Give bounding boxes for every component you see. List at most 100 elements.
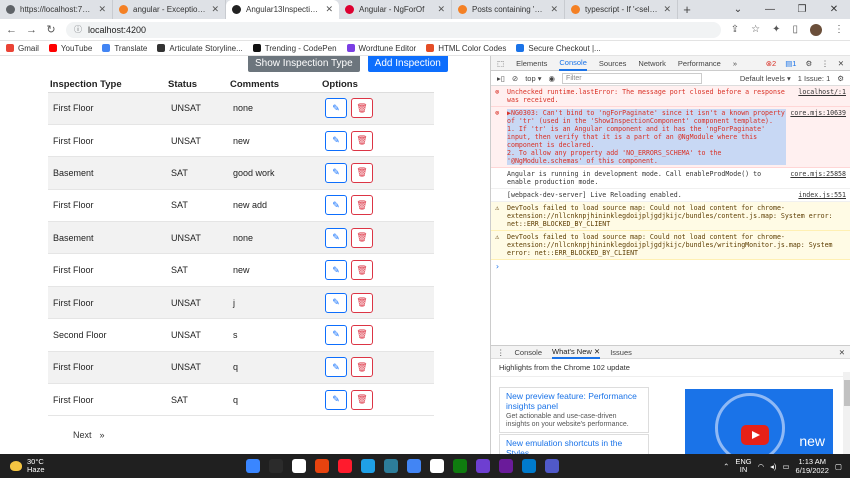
- edit-button[interactable]: ✎: [325, 227, 347, 248]
- close-icon[interactable]: ✕: [98, 4, 106, 15]
- console-message[interactable]: ⚠ DevTools failed to load source map: Cou…: [491, 231, 850, 260]
- delete-button[interactable]: 🗑: [351, 195, 373, 216]
- edit-button[interactable]: ✎: [325, 324, 347, 345]
- scrollbar-thumb[interactable]: [844, 380, 850, 406]
- devtools-inspect-icon[interactable]: ⬚: [497, 59, 504, 68]
- bookmark-wordtune[interactable]: Wordtune Editor: [346, 44, 416, 53]
- next-link[interactable]: Next: [73, 430, 92, 440]
- show-inspection-type-button[interactable]: Show Inspection Type: [248, 56, 360, 72]
- extensions-icon[interactable]: ✦: [772, 24, 780, 35]
- taskbar-app-icon[interactable]: [361, 459, 375, 473]
- taskbar-app-icon[interactable]: [430, 459, 444, 473]
- more-tabs-icon[interactable]: »: [733, 59, 737, 68]
- delete-button[interactable]: 🗑: [351, 324, 373, 345]
- taskbar-app-icon[interactable]: [338, 459, 352, 473]
- browser-tab[interactable]: angular - Exception: Can't b ✕: [113, 0, 226, 19]
- bookmark-translate[interactable]: Translate: [102, 44, 147, 53]
- close-icon[interactable]: ✕: [838, 59, 844, 68]
- close-icon[interactable]: ✕: [550, 4, 558, 15]
- close-icon[interactable]: ✕: [437, 4, 445, 15]
- bookmark-gmail[interactable]: Gmail: [6, 44, 39, 53]
- bookmark-codepen[interactable]: Trending - CodePen: [252, 44, 337, 53]
- source-link[interactable]: core.mjs:10639: [790, 109, 846, 165]
- edit-button[interactable]: ✎: [325, 292, 347, 313]
- taskbar-app-icon[interactable]: [522, 459, 536, 473]
- menu-icon[interactable]: ⋮: [834, 24, 844, 35]
- notification-icon[interactable]: ▢: [835, 462, 842, 471]
- taskbar-app-icon[interactable]: [269, 459, 283, 473]
- close-icon[interactable]: ✕: [325, 4, 333, 15]
- next-arrow-icon[interactable]: »: [100, 430, 105, 440]
- browser-tab[interactable]: https://localhost:7003/wea ✕: [0, 0, 113, 19]
- avatar[interactable]: [810, 23, 822, 36]
- bookmark-articulate[interactable]: Articulate Storyline...: [157, 44, 243, 53]
- reload-icon[interactable]: ↻: [46, 23, 56, 36]
- edit-button[interactable]: ✎: [325, 162, 347, 183]
- play-icon[interactable]: [741, 425, 769, 445]
- drawer-tab-issues[interactable]: Issues: [610, 348, 632, 357]
- taskbar-app-icon[interactable]: [499, 459, 513, 473]
- delete-button[interactable]: 🗑: [351, 130, 373, 151]
- console-prompt-icon[interactable]: ›: [491, 260, 850, 273]
- sidebar-toggle-icon[interactable]: ▸▯: [497, 74, 505, 83]
- volume-icon[interactable]: ◂): [770, 462, 776, 471]
- edit-button[interactable]: ✎: [325, 389, 347, 410]
- console-settings-icon[interactable]: ⚙: [837, 74, 844, 83]
- tab-console[interactable]: Console: [559, 56, 587, 71]
- close-window-icon[interactable]: ✕: [818, 4, 850, 15]
- source-link[interactable]: localhost/:1: [798, 88, 846, 104]
- new-tab-button[interactable]: +: [678, 2, 696, 17]
- card-title[interactable]: New preview feature: Performance insight…: [506, 391, 642, 411]
- taskbar-app-icon[interactable]: [476, 459, 490, 473]
- delete-button[interactable]: 🗑: [351, 292, 373, 313]
- eye-icon[interactable]: ◉: [549, 74, 556, 83]
- delete-button[interactable]: 🗑: [351, 389, 373, 410]
- delete-button[interactable]: 🗑: [351, 227, 373, 248]
- forward-icon[interactable]: →: [26, 24, 37, 36]
- weather-widget[interactable]: 30°C Haze: [0, 458, 200, 474]
- clear-console-icon[interactable]: ⊘: [512, 74, 518, 83]
- console-message[interactable]: ⚠ DevTools failed to load source map: Cou…: [491, 202, 850, 231]
- edit-button[interactable]: ✎: [325, 260, 347, 281]
- taskbar-app-icon[interactable]: [384, 459, 398, 473]
- edit-button[interactable]: ✎: [325, 130, 347, 151]
- source-link[interactable]: index.js:551: [798, 191, 846, 199]
- restore-icon[interactable]: ❐: [786, 4, 818, 15]
- close-icon[interactable]: ✕: [211, 4, 219, 15]
- bookmark-secure-checkout[interactable]: Secure Checkout |...: [516, 44, 601, 53]
- tab-network[interactable]: Network: [638, 59, 666, 68]
- sidebar-icon[interactable]: ▯: [792, 24, 798, 35]
- edit-button[interactable]: ✎: [325, 195, 347, 216]
- language-indicator[interactable]: ENG IN: [735, 458, 751, 474]
- minimize-icon[interactable]: —: [754, 4, 786, 15]
- message-count-badge[interactable]: ▤1: [785, 59, 796, 68]
- close-drawer-icon[interactable]: ✕: [839, 348, 845, 357]
- tab-elements[interactable]: Elements: [516, 59, 547, 68]
- tab-performance[interactable]: Performance: [678, 59, 721, 68]
- browser-tab[interactable]: Angular - NgForOf ✕: [339, 0, 452, 19]
- drawer-menu-icon[interactable]: ⋮: [497, 348, 505, 357]
- filter-input[interactable]: Filter: [562, 72, 703, 84]
- delete-button[interactable]: 🗑: [351, 357, 373, 378]
- tray-chevron-icon[interactable]: ⌃: [723, 462, 729, 471]
- taskbar-app-icon[interactable]: [292, 459, 306, 473]
- browser-tab[interactable]: typescript - If '<selector>' i ✕: [565, 0, 678, 19]
- console-message[interactable]: Angular is running in development mode. …: [491, 168, 850, 189]
- browser-tab[interactable]: Posts containing 'core.mjs: ✕: [452, 0, 565, 19]
- taskbar-app-icon[interactable]: [407, 459, 421, 473]
- delete-button[interactable]: 🗑: [351, 260, 373, 281]
- back-icon[interactable]: ←: [6, 24, 17, 36]
- clock[interactable]: 1:13 AM 6/19/2022: [796, 457, 829, 475]
- bookmark-html-colors[interactable]: HTML Color Codes: [426, 44, 506, 53]
- settings-gear-icon[interactable]: ⚙: [805, 59, 812, 68]
- taskbar-app-icon[interactable]: [315, 459, 329, 473]
- delete-button[interactable]: 🗑: [351, 98, 373, 119]
- close-icon[interactable]: ✕: [663, 4, 671, 15]
- tab-search-icon[interactable]: ⌄: [722, 4, 754, 15]
- console-message[interactable]: ⊗ ▶NG0303: Can't bind to 'ngForPaginate' …: [491, 107, 850, 168]
- info-icon[interactable]: ⓘ: [74, 24, 82, 35]
- source-link[interactable]: core.mjs:25858: [790, 170, 846, 186]
- wifi-icon[interactable]: ◠: [758, 462, 765, 471]
- taskbar-app-icon[interactable]: [453, 459, 467, 473]
- whats-new-card[interactable]: New emulation shortcuts in the Styles: [499, 434, 649, 458]
